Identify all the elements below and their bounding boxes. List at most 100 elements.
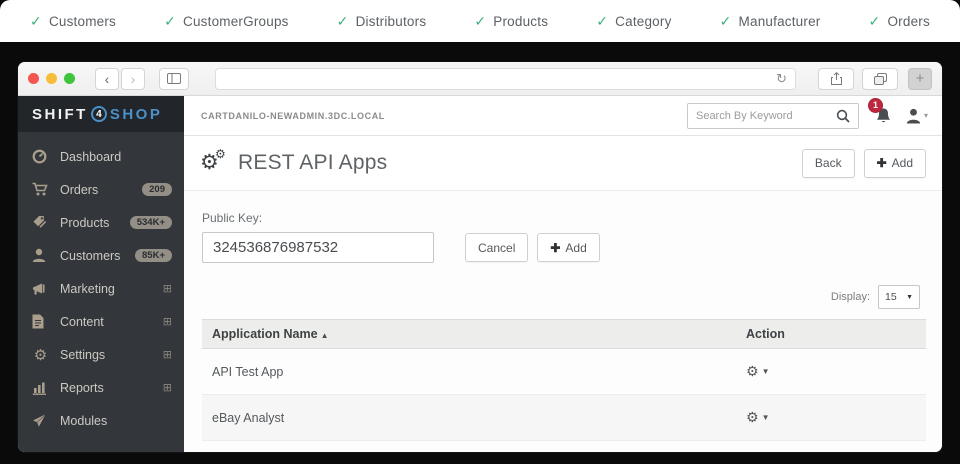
checklist-item-orders[interactable]: ✓Orders [869,13,930,30]
add-button[interactable]: ✚ Add [864,149,926,178]
logo-text-shift: SHIFT [32,106,88,123]
row-action-gear-button[interactable]: ⚙▼ [746,409,769,426]
plus-icon: ✚ [877,156,887,170]
table-header-row: Application Name▲ Action [202,320,926,349]
sidebar-toggle-button[interactable] [159,68,189,90]
check-icon: ✓ [869,13,881,30]
chevron-down-icon: ▼ [906,294,913,301]
sidebar-item-products[interactable]: Products 534K+ [18,206,184,239]
sidebar: SHIFT 4 SHOP Dashboard [18,96,184,452]
keyword-search-box[interactable] [687,103,859,129]
customers-count-badge: 85K+ [135,249,172,263]
display-count-row: Display: 15 ▼ [202,285,920,309]
sidebar-item-reports[interactable]: Reports ⊞ [18,371,184,404]
search-icon[interactable] [834,109,858,123]
logo-four-circle: 4 [91,106,107,122]
display-label: Display: [831,291,870,303]
expand-icon[interactable]: ⊞ [163,315,172,328]
sidebar-item-label: Reports [60,381,152,395]
back-nav-button[interactable]: ‹ [95,68,119,90]
sidebar-item-orders[interactable]: Orders 209 [18,173,184,206]
forward-nav-button[interactable]: › [121,68,145,90]
url-input[interactable] [216,70,768,88]
reload-icon[interactable]: ↻ [768,71,795,87]
chevron-down-icon: ▼ [762,367,770,376]
public-key-input[interactable] [202,232,434,263]
new-tab-button[interactable]: + [908,68,932,90]
checklist-item-customergroups[interactable]: ✓CustomerGroups [164,13,289,30]
traffic-lights [28,73,75,84]
public-key-label: Public Key: [202,211,926,225]
sidebar-pane-icon [167,73,181,84]
notification-count-badge: 1 [868,98,883,113]
tags-icon [32,215,49,230]
checklist-item-customers[interactable]: ✓Customers [30,13,116,30]
check-icon: ✓ [164,13,176,30]
checklist-item-manufacturer[interactable]: ✓Manufacturer [720,13,821,30]
column-header-application-name[interactable]: Application Name▲ [202,320,736,349]
expand-icon[interactable]: ⊞ [163,348,172,361]
back-button[interactable]: Back [802,149,855,178]
sidebar-item-settings[interactable]: ⚙ Settings ⊞ [18,338,184,371]
checklist-item-category[interactable]: ✓ Category [596,13,671,30]
page-title-bar: ⚙⚙ REST API Apps Back ✚ Add [184,136,942,191]
check-icon: ✓ [596,13,608,30]
address-bar[interactable]: ↻ [215,68,796,90]
store-domain-breadcrumb: CARTDANILO-NEWADMIN.3DC.LOCAL [201,111,687,121]
account-user-icon [906,108,921,124]
sidebar-item-content[interactable]: Content ⊞ [18,305,184,338]
share-button[interactable] [818,68,854,90]
sort-asc-icon: ▲ [321,331,329,340]
minimize-window-button[interactable] [46,73,57,84]
checklist-label: Category [615,14,671,29]
public-key-form-row: Cancel ✚ Add [202,232,926,263]
expand-icon[interactable]: ⊞ [163,381,172,394]
sidebar-item-dashboard[interactable]: Dashboard [18,140,184,173]
history-nav: ‹ › [95,68,145,90]
zoom-window-button[interactable] [64,73,75,84]
table-row: eBay Analyst ⚙▼ [202,395,926,441]
sidebar-item-label: Dashboard [60,150,172,164]
checklist-label: Products [493,14,548,29]
products-count-badge: 534K+ [130,216,172,230]
checklist-item-distributors[interactable]: ✓ Distributors [337,13,427,30]
chevron-down-icon: ▼ [762,413,770,422]
app-name-cell: eBay Analyst [202,395,736,441]
tabs-overview-button[interactable] [862,68,898,90]
user-icon [32,248,49,263]
sidebar-item-label: Products [60,216,119,230]
check-icon: ✓ [30,13,42,30]
document-icon [32,314,49,329]
check-icon: ✓ [337,13,349,30]
checklist-item-products[interactable]: ✓ Products [474,13,548,30]
screen: ✓Customers ✓CustomerGroups ✓ Distributors… [0,0,960,464]
sidebar-item-label: Modules [60,414,172,428]
close-window-button[interactable] [28,73,39,84]
rest-api-gears-icon: ⚙⚙ [200,150,230,176]
form-add-button[interactable]: ✚ Add [537,233,599,262]
expand-icon[interactable]: ⊞ [163,282,172,295]
logo-text-shop: SHOP [110,106,163,123]
shift4shop-logo[interactable]: SHIFT 4 SHOP [18,96,184,132]
check-icon: ✓ [474,13,486,30]
gears-icon: ⚙ [32,346,49,364]
sidebar-item-label: Marketing [60,282,152,296]
display-select[interactable]: 15 ▼ [878,285,920,309]
tabs-icon [874,73,887,85]
sidebar-item-modules[interactable]: Modules [18,404,184,437]
top-checklist-bar: ✓Customers ✓CustomerGroups ✓ Distributors… [0,0,960,42]
check-icon: ✓ [720,13,732,30]
column-header-action: Action [736,320,926,349]
sidebar-item-label: Content [60,315,152,329]
row-action-gear-button[interactable]: ⚙▼ [746,363,769,380]
api-apps-table: Application Name▲ Action API Test App [202,319,926,441]
sidebar-nav: Dashboard Orders 209 Products [18,132,184,437]
cancel-button[interactable]: Cancel [465,233,528,262]
search-input[interactable] [688,110,834,122]
checklist-label: Distributors [356,14,427,29]
notifications-button[interactable]: 1 [875,107,892,125]
browser-toolbar: ‹ › ↻ [18,62,942,96]
sidebar-item-marketing[interactable]: Marketing ⊞ [18,272,184,305]
sidebar-item-customers[interactable]: Customers 85K+ [18,239,184,272]
account-menu-button[interactable]: ▾ [906,108,928,124]
